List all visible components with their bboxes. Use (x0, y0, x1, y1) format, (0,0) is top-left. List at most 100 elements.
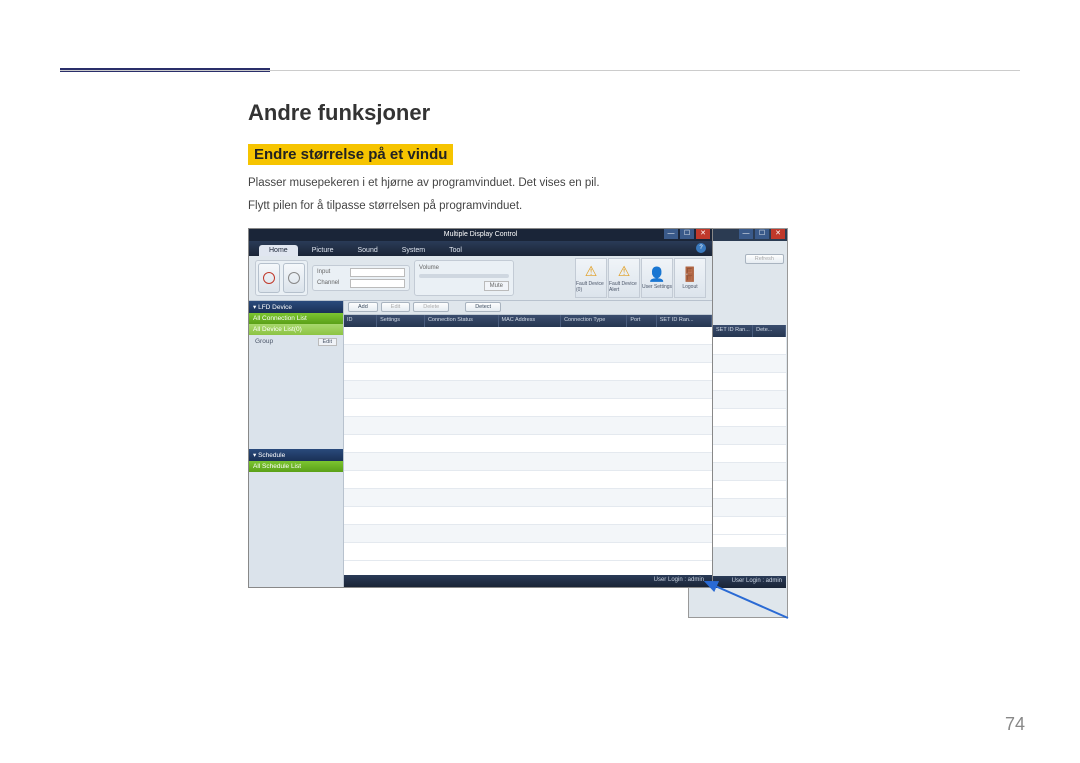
data-grid (344, 327, 712, 575)
add-button[interactable]: Add (348, 302, 378, 312)
mute-button[interactable]: Mute (484, 281, 509, 291)
col-dete: Dete... (753, 325, 786, 337)
input-group: Input Channel (312, 265, 410, 291)
page-number: 74 (1005, 714, 1025, 735)
main-panel: Add Edit Delete Detect ID Settings Conne… (344, 301, 712, 587)
window-body: ▾ LFD Device All Connection List All Dev… (249, 301, 712, 587)
sidebar-header-schedule[interactable]: ▾ Schedule (249, 449, 343, 461)
table-row (344, 327, 712, 345)
fault-device-label: Fault Device (0) (576, 281, 606, 293)
window-front-controls: — ☐ ✕ (664, 229, 710, 239)
lfd-label: LFD Device (258, 304, 292, 311)
table-row (344, 381, 712, 399)
power-off-button[interactable] (283, 263, 305, 293)
maximize-icon[interactable]: ☐ (680, 229, 694, 239)
toolbar: Input Channel Volume Mute ⚠Fault Device … (249, 256, 712, 301)
sidebar-item-all-device[interactable]: All Device List(0) (249, 324, 343, 335)
table-row (344, 471, 712, 489)
button-bar: Add Edit Delete Detect (344, 301, 712, 315)
window-front: Multiple Display Control — ☐ ✕ Home Pict… (248, 228, 713, 588)
user-icon: 👤 (648, 266, 665, 283)
input-select[interactable] (350, 268, 405, 277)
tab-bar: Home Picture Sound System Tool ? (249, 241, 712, 256)
alert-icon: ⚠ (618, 263, 631, 280)
fault-alert-label: Fault Device Alert (609, 281, 639, 293)
sidebar-header-lfd[interactable]: ▾ LFD Device (249, 301, 343, 313)
sidebar-item-all-connection[interactable]: All Connection List (249, 313, 343, 324)
screenshot-figure: — ☐ ✕ Refresh SET ID Ran... Dete... User… (248, 228, 788, 623)
help-icon[interactable]: ? (696, 243, 706, 253)
col-settings: Settings (377, 315, 425, 327)
table-row (344, 435, 712, 453)
power-group (255, 260, 308, 296)
tab-system[interactable]: System (392, 245, 435, 256)
tab-picture[interactable]: Picture (302, 245, 344, 256)
power-on-icon (263, 272, 275, 284)
table-row (344, 543, 712, 561)
col-conn: Connection Status (425, 315, 499, 327)
delete-button[interactable]: Delete (413, 302, 449, 312)
fault-device-button[interactable]: ⚠Fault Device (0) (575, 258, 607, 298)
back-buttonbar: Refresh (713, 252, 786, 266)
col-id: ID (344, 315, 377, 327)
table-row (344, 417, 712, 435)
paragraph-2: Flytt pilen for å tilpasse størrelsen på… (248, 198, 1018, 215)
back-grid (713, 337, 786, 547)
volume-label: Volume (419, 265, 509, 271)
detect-button[interactable]: Detect (465, 302, 501, 312)
power-off-icon (288, 272, 300, 284)
table-row (344, 489, 712, 507)
window-title: Multiple Display Control — ☐ ✕ (249, 229, 712, 241)
heading-2: Endre størrelse på et vindu (248, 144, 453, 165)
user-settings-label: User Settings (642, 284, 672, 290)
paragraph-1: Plasser musepekeren i et hjørne av progr… (248, 175, 1018, 192)
col-setid: SET ID Ran... (657, 315, 712, 327)
table-row (344, 453, 712, 471)
edit-button[interactable]: Edit (318, 338, 337, 346)
heading-1: Andre funksjoner (248, 100, 1018, 126)
user-settings-button[interactable]: 👤User Settings (641, 258, 673, 298)
statusbar: User Login : admin (344, 575, 712, 587)
monitor-warning-icon: ⚠ (585, 263, 598, 280)
tab-sound[interactable]: Sound (347, 245, 387, 256)
table-row (344, 525, 712, 543)
col-mac: MAC Address (499, 315, 562, 327)
col-setid: SET ID Ran... (713, 325, 753, 337)
back-table-header: SET ID Ran... Dete... (713, 325, 786, 337)
horizontal-rule (60, 70, 1020, 71)
group-label: Group (255, 338, 273, 346)
edit-button[interactable]: Edit (381, 302, 410, 312)
table-row (344, 399, 712, 417)
content-area: Andre funksjoner Endre størrelse på et v… (248, 100, 1018, 623)
tab-home[interactable]: Home (259, 245, 298, 256)
sidebar-item-all-schedule[interactable]: All Schedule List (249, 461, 343, 472)
close-icon[interactable]: ✕ (771, 229, 785, 239)
window-back-controls: — ☐ ✕ (739, 229, 785, 239)
close-icon[interactable]: ✕ (696, 229, 710, 239)
door-icon: 🚪 (681, 266, 698, 283)
input-label: Input (317, 269, 347, 275)
refresh-button[interactable]: Refresh (745, 254, 784, 264)
tab-tool[interactable]: Tool (439, 245, 472, 256)
back-statusbar: User Login : admin (713, 576, 786, 588)
channel-label: Channel (317, 280, 347, 286)
channel-select[interactable] (350, 279, 405, 288)
volume-slider[interactable] (419, 274, 509, 278)
col-ctype: Connection Type (561, 315, 627, 327)
volume-group: Volume Mute (414, 260, 514, 296)
col-port: Port (627, 315, 656, 327)
logout-label: Logout (682, 284, 697, 290)
logout-button[interactable]: 🚪Logout (674, 258, 706, 298)
table-row (344, 363, 712, 381)
sidebar-item-group[interactable]: Group Edit (249, 335, 343, 349)
window-back-body: Refresh SET ID Ran... Dete... User Login… (713, 252, 786, 588)
minimize-icon[interactable]: — (739, 229, 753, 239)
sidebar: ▾ LFD Device All Connection List All Dev… (249, 301, 344, 587)
power-on-button[interactable] (258, 263, 280, 293)
fault-alert-button[interactable]: ⚠Fault Device Alert (608, 258, 640, 298)
maximize-icon[interactable]: ☐ (755, 229, 769, 239)
table-header: ID Settings Connection Status MAC Addres… (344, 315, 712, 327)
schedule-label: Schedule (258, 452, 285, 459)
table-row (344, 507, 712, 525)
minimize-icon[interactable]: — (664, 229, 678, 239)
